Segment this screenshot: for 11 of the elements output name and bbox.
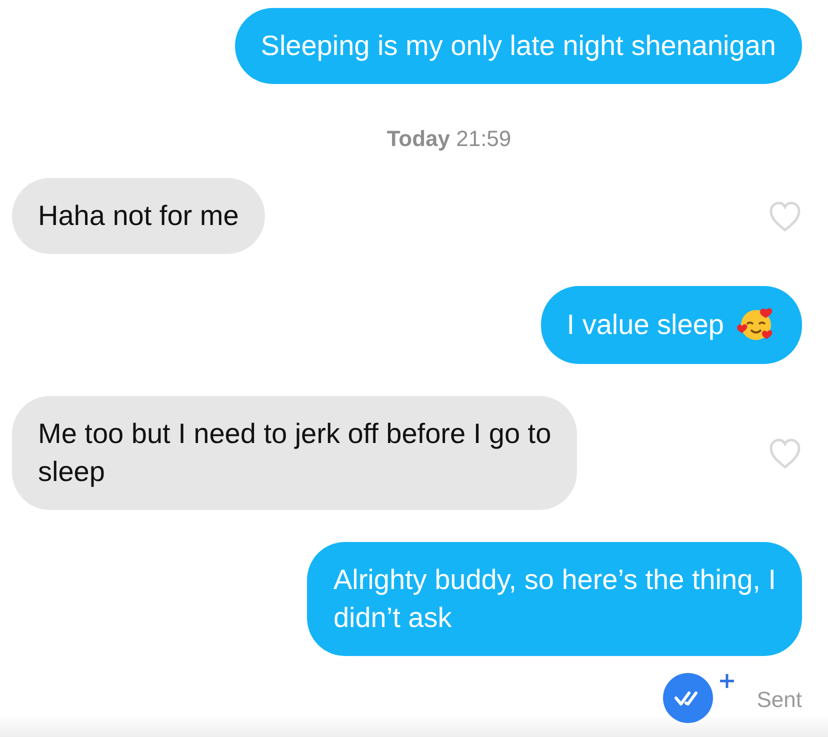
sent-message: Sleeping is my only late night shenanigan [234, 8, 802, 84]
received-message: Haha not for me [12, 178, 265, 254]
received-message: Me too but I need to jerk off before I go to sleep [12, 396, 578, 510]
heart-icon[interactable] [768, 436, 802, 470]
sent-message: I value sleep [540, 286, 802, 364]
sent-message: Alrighty buddy, so here’s the thing, I didn’t ask [307, 542, 802, 656]
plus-icon [718, 673, 735, 689]
read-receipt-icon [662, 673, 713, 723]
status-text: Sent [756, 687, 802, 713]
timestamp: Today 21:59 [386, 126, 512, 152]
heart-icon[interactable] [768, 200, 802, 232]
